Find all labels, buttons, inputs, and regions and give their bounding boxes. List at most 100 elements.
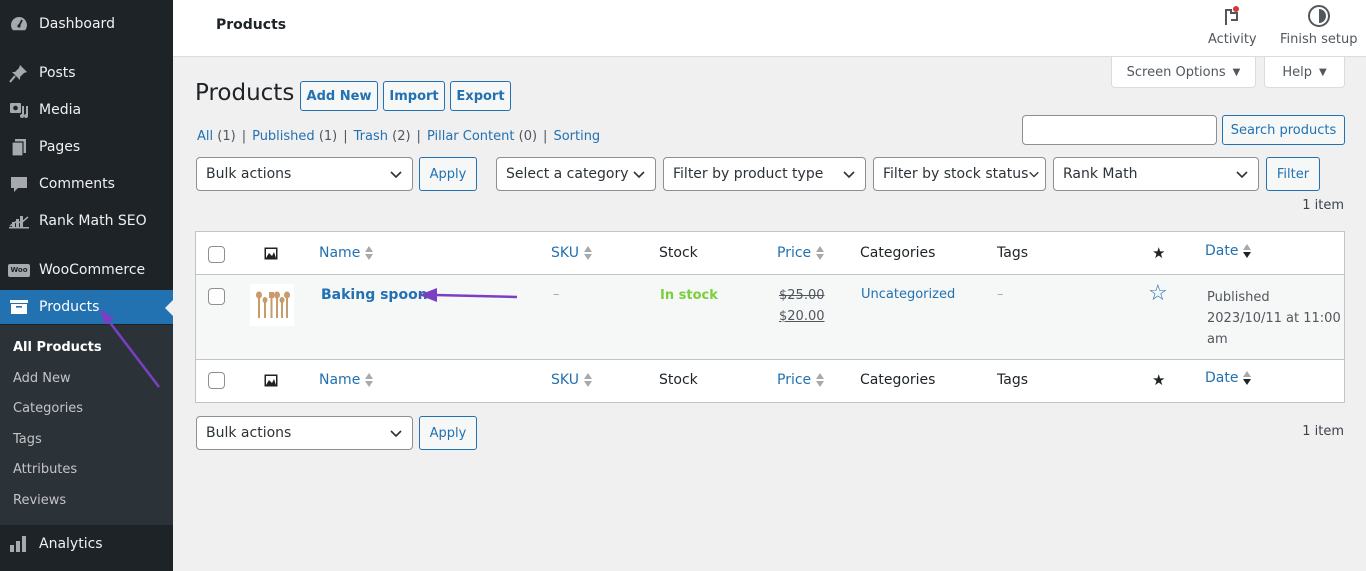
- date-value: 2023/10/11 at 11:00: [1207, 311, 1341, 326]
- date-cell: Published 2023/10/11 at 11:00 am: [1207, 287, 1341, 350]
- sort-icon: [365, 246, 374, 260]
- view-trash[interactable]: Trash (2): [354, 129, 411, 144]
- bar-chart-icon: [9, 534, 29, 554]
- separator: |: [343, 129, 348, 144]
- sidebar-item-posts[interactable]: Posts: [0, 56, 173, 90]
- column-date-sort-footer[interactable]: Date: [1205, 370, 1252, 386]
- sidebar-item-pages[interactable]: Pages: [0, 130, 173, 164]
- sidebar-item-media[interactable]: Media: [0, 93, 173, 127]
- finish-setup-label: Finish setup: [1280, 32, 1358, 47]
- apply-button[interactable]: Apply: [419, 157, 477, 191]
- select-all-checkbox-footer[interactable]: [208, 372, 225, 389]
- sidebar-item-analytics[interactable]: Analytics: [0, 527, 173, 561]
- sale-price: $20.00: [779, 309, 825, 324]
- sku-value: –: [553, 287, 560, 302]
- submenu-all-products[interactable]: All Products: [13, 340, 102, 355]
- sidebar-label: Comments: [39, 176, 115, 192]
- date-status: Published: [1207, 290, 1270, 305]
- row-checkbox[interactable]: [208, 288, 225, 305]
- date-suffix: am: [1207, 332, 1228, 347]
- view-published[interactable]: Published (1): [252, 129, 337, 144]
- product-name-link[interactable]: Baking spoon: [321, 287, 428, 303]
- sidebar-item-comments[interactable]: Comments: [0, 167, 173, 201]
- bulk-actions-select[interactable]: Bulk actions: [196, 157, 413, 191]
- woo-badge: Woo: [8, 263, 30, 277]
- submenu-add-new[interactable]: Add New: [13, 371, 71, 386]
- sidebar-item-woocommerce[interactable]: Woo WooCommerce: [0, 253, 173, 287]
- search-input[interactable]: [1022, 115, 1217, 145]
- sidebar-label: WooCommerce: [39, 262, 146, 278]
- column-price-sort[interactable]: Price: [777, 245, 825, 261]
- product-thumbnail[interactable]: [250, 284, 294, 326]
- bulk-actions-select-bottom[interactable]: Bulk actions: [196, 416, 413, 450]
- item-count-top: 1 item: [1302, 198, 1344, 213]
- sidebar-item-rank-math[interactable]: Rank Math SEO: [0, 204, 173, 238]
- submenu-categories[interactable]: Categories: [13, 401, 83, 416]
- apply-button-bottom[interactable]: Apply: [419, 416, 477, 450]
- sort-icon: [816, 373, 825, 387]
- featured-star-icon: ★: [1152, 244, 1166, 262]
- category-select[interactable]: Select a category: [496, 157, 656, 191]
- stock-status-select[interactable]: Filter by stock status: [873, 157, 1046, 191]
- finish-setup-button[interactable]: Finish setup: [1280, 4, 1358, 47]
- chevron-down-icon: [1236, 171, 1248, 179]
- status-views: All (1) | Published (1) | Trash (2) | Pi…: [197, 129, 600, 144]
- sidebar-item-dashboard[interactable]: Dashboard: [0, 7, 173, 41]
- page-title: Products: [195, 80, 295, 106]
- column-sku-sort[interactable]: SKU: [551, 245, 592, 261]
- woo-icon: Woo: [8, 260, 30, 280]
- spoons-image: [256, 291, 290, 318]
- export-button[interactable]: Export: [450, 81, 511, 111]
- column-name-sort[interactable]: Name: [319, 245, 374, 261]
- column-date-sort[interactable]: Date: [1205, 243, 1252, 259]
- column-price-sort-footer[interactable]: Price: [777, 372, 825, 388]
- stock-status-value: Filter by stock status: [883, 166, 1029, 182]
- search-products-button[interactable]: Search products: [1222, 115, 1345, 145]
- rank-math-value: Rank Math: [1063, 166, 1138, 182]
- screen-options-toggle[interactable]: Screen Options ▼: [1111, 57, 1256, 88]
- separator: |: [543, 129, 548, 144]
- view-all[interactable]: All (1): [197, 129, 236, 144]
- image-icon: [264, 247, 278, 260]
- pages-icon: [9, 137, 29, 157]
- submenu-attributes[interactable]: Attributes: [13, 462, 77, 477]
- caret-down-icon: ▼: [1318, 66, 1327, 78]
- bulk-actions-value: Bulk actions: [206, 425, 292, 441]
- sort-icon: [816, 246, 825, 260]
- column-stock: Stock: [659, 245, 698, 261]
- select-all-checkbox[interactable]: [208, 246, 225, 263]
- regular-price: $25.00: [779, 288, 825, 303]
- sidebar-label: Pages: [39, 139, 81, 155]
- add-new-button[interactable]: Add New: [300, 81, 378, 111]
- sidebar-item-products[interactable]: Products: [0, 290, 173, 324]
- filter-button[interactable]: Filter: [1266, 157, 1320, 191]
- header-title: Products: [216, 17, 287, 33]
- featured-toggle-star-icon[interactable]: ☆: [1148, 281, 1168, 306]
- view-pillar-content[interactable]: Pillar Content (0): [427, 129, 537, 144]
- column-name-sort-footer[interactable]: Name: [319, 372, 374, 388]
- products-table: Name SKU Stock Price Categories Tags ★ D…: [195, 231, 1345, 403]
- view-sorting[interactable]: Sorting: [553, 129, 600, 144]
- chevron-down-icon: [390, 430, 402, 438]
- submenu-tags[interactable]: Tags: [13, 432, 42, 447]
- category-link[interactable]: Uncategorized: [861, 287, 955, 302]
- comment-icon: [9, 174, 29, 194]
- import-button[interactable]: Import: [383, 81, 445, 111]
- submenu-reviews[interactable]: Reviews: [13, 493, 66, 508]
- separator: |: [416, 129, 421, 144]
- sidebar-label: Posts: [39, 65, 76, 81]
- chevron-down-icon: [1029, 171, 1039, 178]
- archive-icon: [9, 297, 29, 317]
- activity-label: Activity: [1208, 32, 1257, 47]
- help-toggle[interactable]: Help ▼: [1264, 57, 1345, 88]
- activity-button[interactable]: Activity: [1208, 4, 1257, 47]
- rank-math-select[interactable]: Rank Math: [1053, 157, 1259, 191]
- product-type-select[interactable]: Filter by product type: [663, 157, 866, 191]
- screen-options-label: Screen Options: [1126, 64, 1226, 80]
- stock-status: In stock: [660, 288, 718, 303]
- sidebar-label: Media: [39, 102, 82, 118]
- pin-icon: [9, 63, 29, 83]
- products-submenu: All Products Add New Categories Tags Att…: [0, 325, 173, 525]
- column-sku-sort-footer[interactable]: SKU: [551, 372, 592, 388]
- column-stock-footer: Stock: [659, 372, 698, 388]
